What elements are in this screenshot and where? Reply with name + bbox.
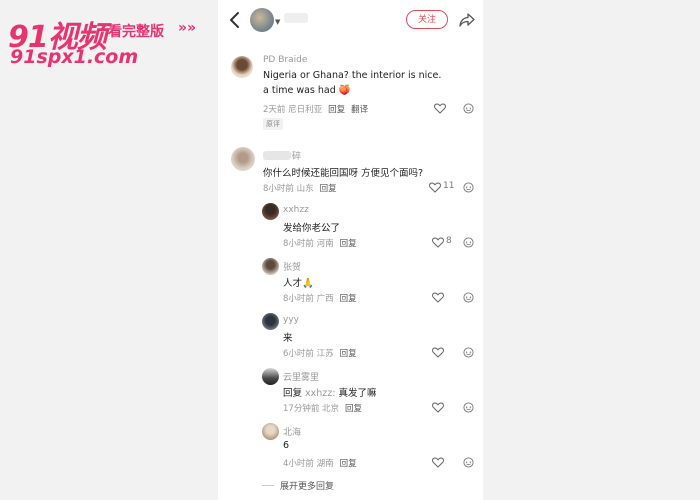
caret-down-icon: ▼ bbox=[275, 18, 281, 26]
comment-time-location: 8小时前 山东 bbox=[263, 184, 314, 194]
more-options-icon[interactable] bbox=[463, 292, 474, 303]
reply-button[interactable]: 回复 bbox=[320, 184, 337, 194]
more-options-icon[interactable] bbox=[463, 457, 474, 468]
reply-text: 人才🙏 bbox=[283, 278, 314, 289]
comment-text: 你什么时候还能回国呀 方便见个面吗? bbox=[263, 168, 424, 179]
more-options-icon[interactable] bbox=[463, 402, 474, 413]
like-heart-icon[interactable] bbox=[432, 347, 444, 358]
comment-item: PD Braide Nigeria or Ghana? the interior… bbox=[218, 52, 483, 132]
reply-text: 来 bbox=[283, 333, 293, 344]
reply-time-location: 6小时前 江苏 bbox=[283, 349, 334, 359]
share-icon[interactable] bbox=[458, 11, 476, 29]
more-options-icon[interactable] bbox=[463, 182, 474, 193]
replier-name[interactable]: 张贺 bbox=[283, 260, 301, 273]
translate-button[interactable]: 翻译 bbox=[351, 105, 368, 115]
reply-item: yyy 来 6小时前 江苏 回复 bbox=[218, 310, 483, 362]
reply-item: xxhzz 发给你老公了 8小时前 河南 回复 8 bbox=[218, 200, 483, 252]
top-bar: ▼ 关注 bbox=[218, 0, 483, 40]
watermark-tagline: 看完整版 bbox=[108, 24, 164, 40]
reply-meta: 6小时前 江苏 回复 bbox=[283, 347, 357, 359]
comment-text-line: a time was had 🍑 bbox=[263, 85, 351, 96]
like-heart-icon[interactable] bbox=[432, 292, 444, 303]
reply-meta: 4小时前 湖南 回复 bbox=[283, 457, 357, 469]
replier-avatar[interactable] bbox=[262, 368, 279, 385]
reply-time-location: 8小时前 河南 bbox=[283, 239, 334, 249]
comment-screen: ▼ 关注 PD Braide Nigeria or Ghana? the int… bbox=[218, 0, 483, 500]
replier-avatar[interactable] bbox=[262, 313, 279, 330]
reply-button[interactable]: 回复 bbox=[340, 349, 357, 359]
replier-name[interactable]: 北海 bbox=[283, 425, 301, 438]
screen: 91视频 看完整版 »» 91spx1.com ▼ 关注 PD Braide N… bbox=[0, 0, 700, 500]
more-options-icon[interactable] bbox=[463, 347, 474, 358]
original-comment-tag: 原评 bbox=[263, 118, 283, 130]
like-count: 11 bbox=[443, 181, 455, 191]
like-heart-icon[interactable] bbox=[429, 182, 441, 193]
reply-text: 回复 xxhzz: 真发了嘛 bbox=[283, 385, 377, 399]
like-heart-icon[interactable] bbox=[432, 402, 444, 413]
watermark-arrows: »» bbox=[178, 20, 197, 36]
reply-meta: 8小时前 河南 回复 bbox=[283, 237, 357, 249]
reply-time-location: 4小时前 湖南 bbox=[283, 459, 334, 469]
commenter-name[interactable]: PD Braide bbox=[263, 55, 307, 65]
reply-body: 真发了嘛 bbox=[338, 388, 377, 399]
reply-prefix: 回复 bbox=[283, 388, 303, 399]
commenter-avatar[interactable] bbox=[231, 56, 253, 78]
watermark: 91视频 看完整版 »» 91spx1.com bbox=[8, 12, 208, 72]
like-heart-icon[interactable] bbox=[432, 237, 444, 248]
like-count: 8 bbox=[446, 236, 452, 246]
author-name-blurred bbox=[284, 13, 308, 23]
reply-meta: 17分钟前 北京 回复 bbox=[283, 402, 362, 414]
reply-button[interactable]: 回复 bbox=[328, 105, 345, 115]
replier-avatar[interactable] bbox=[262, 423, 279, 440]
reply-button[interactable]: 回复 bbox=[345, 404, 362, 414]
comment-meta: 2天前 尼日利亚 回复 翻译 bbox=[263, 103, 368, 115]
comment-time-location: 2天前 尼日利亚 bbox=[263, 105, 323, 115]
comment-meta: 8小时前 山东 回复 bbox=[263, 182, 337, 194]
author-avatar[interactable] bbox=[250, 8, 274, 32]
replier-name[interactable]: yyy bbox=[283, 315, 299, 325]
expand-more-replies-button[interactable]: 展开更多回复 bbox=[280, 479, 334, 492]
like-heart-icon[interactable] bbox=[432, 457, 444, 468]
watermark-url: 91spx1.com bbox=[10, 46, 139, 68]
more-options-icon[interactable] bbox=[463, 103, 474, 114]
reply-text: 发给你老公了 bbox=[283, 223, 341, 234]
follow-button[interactable]: 关注 bbox=[406, 10, 448, 29]
reply-time-location: 17分钟前 北京 bbox=[283, 404, 340, 414]
like-heart-icon[interactable] bbox=[434, 103, 446, 114]
comment-text-line: Nigeria or Ghana? the interior is nice. bbox=[263, 70, 442, 81]
replier-name[interactable]: 云里雾里 bbox=[283, 370, 319, 383]
reply-item: 云里雾里 回复 xxhzz: 真发了嘛 17分钟前 北京 回复 bbox=[218, 365, 483, 417]
reply-mention[interactable]: xxhzz: bbox=[305, 388, 335, 399]
reply-button[interactable]: 回复 bbox=[340, 459, 357, 469]
back-arrow-icon[interactable] bbox=[228, 10, 242, 30]
reply-time-location: 8小时前 广西 bbox=[283, 294, 334, 304]
commenter-avatar[interactable] bbox=[231, 147, 255, 171]
replier-avatar[interactable] bbox=[262, 258, 279, 275]
reply-text: 6 bbox=[283, 440, 290, 451]
replier-avatar[interactable] bbox=[262, 203, 279, 220]
reply-item: 北海 6 4小时前 湖南 回复 bbox=[218, 420, 483, 472]
comment-item: 碎 你什么时候还能回国呀 方便见个面吗? 8小时前 山东 回复 11 bbox=[218, 145, 483, 195]
commenter-name-suffix[interactable]: 碎 bbox=[292, 149, 301, 162]
expand-divider bbox=[262, 485, 274, 486]
reply-meta: 8小时前 广西 回复 bbox=[283, 292, 357, 304]
reply-button[interactable]: 回复 bbox=[340, 294, 357, 304]
replier-name[interactable]: xxhzz bbox=[283, 205, 309, 215]
reply-button[interactable]: 回复 bbox=[340, 239, 357, 249]
reply-item: 张贺 人才🙏 8小时前 广西 回复 bbox=[218, 255, 483, 307]
commenter-name-blurred bbox=[263, 151, 291, 160]
more-options-icon[interactable] bbox=[463, 237, 474, 248]
